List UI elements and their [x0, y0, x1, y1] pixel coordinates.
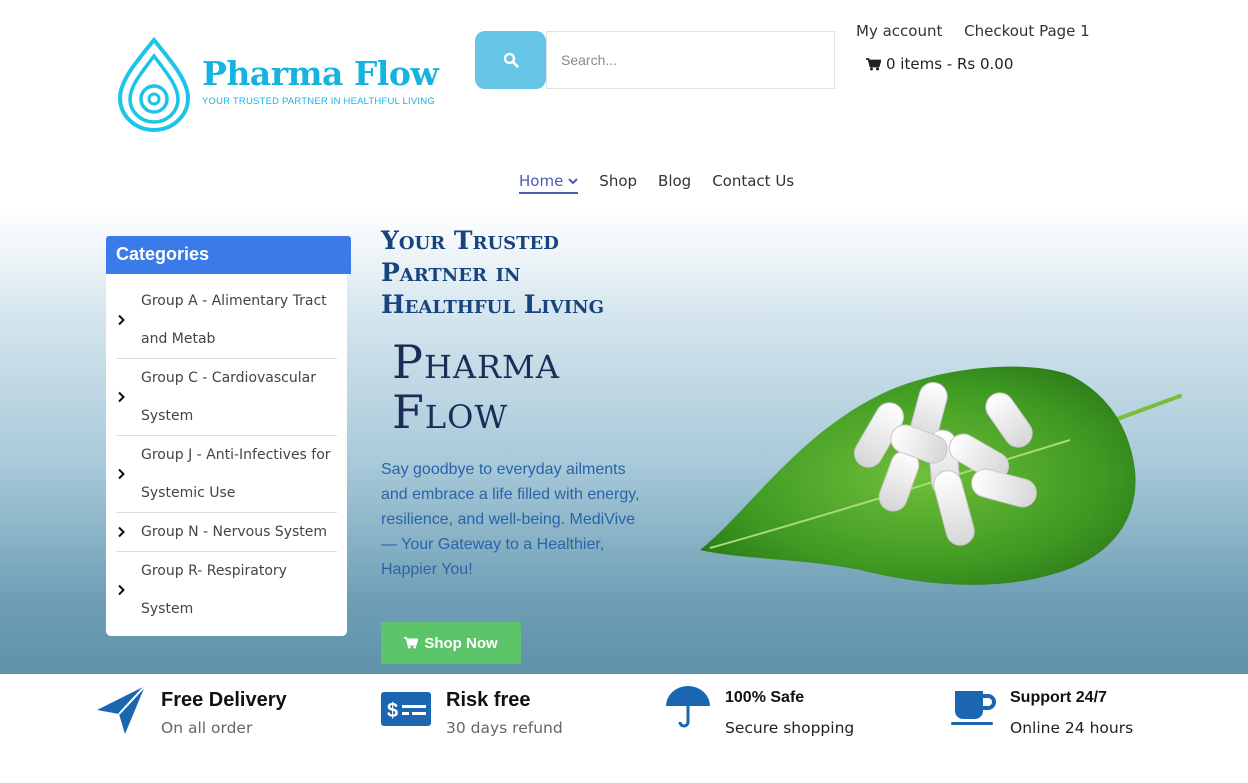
category-label: Group N - Nervous System	[141, 524, 328, 540]
shop-now-button[interactable]: Shop Now	[381, 622, 521, 664]
search-button[interactable]	[475, 31, 546, 89]
nav-blog[interactable]: Blog	[658, 172, 691, 194]
feature-subtitle: Secure shopping	[725, 719, 855, 737]
nav-home-label: Home	[519, 172, 564, 190]
hero-description: Say goodbye to everyday ailments and emb…	[381, 461, 640, 578]
category-label: Group R- Respiratory System	[141, 563, 287, 617]
main-nav: Home Shop Blog Contact Us	[519, 172, 794, 194]
my-account-link[interactable]: My account	[856, 22, 942, 40]
feature-support: Support 24/7 Online 24 hours	[950, 684, 1200, 744]
category-item[interactable]: Group C - Cardiovascular System	[116, 359, 337, 436]
nav-contact[interactable]: Contact Us	[712, 172, 794, 194]
category-item[interactable]: Group A - Alimentary Tract and Metab	[116, 282, 337, 359]
chevron-down-icon	[568, 177, 579, 184]
cart-icon	[866, 57, 881, 70]
cart-text: 0 items - Rs 0.00	[886, 55, 1014, 73]
hero-brand-name: Pharma Flow	[392, 335, 560, 439]
chevron-right-icon	[118, 314, 125, 326]
feature-title: Free Delivery	[161, 689, 287, 711]
category-item[interactable]: Group J - Anti-Infectives for Systemic U…	[116, 436, 337, 513]
hero-title: Your Trusted Partner in Healthful Living	[381, 226, 604, 319]
categories-list: Group A - Alimentary Tract and Metab Gro…	[106, 274, 347, 636]
feature-subtitle: 30 days refund	[446, 719, 563, 737]
category-item[interactable]: Group R- Respiratory System	[116, 552, 337, 628]
site-logo[interactable]: Pharma Flow YOUR TRUSTED PARTNER IN HEAL…	[114, 36, 439, 132]
category-item[interactable]: Group N - Nervous System	[116, 513, 337, 552]
droplet-logo-icon	[117, 36, 191, 132]
nav-shop[interactable]: Shop	[599, 172, 637, 194]
chevron-right-icon	[118, 526, 125, 538]
chevron-right-icon	[118, 391, 125, 403]
feature-subtitle: On all order	[161, 719, 253, 737]
category-label: Group J - Anti-Infectives for Systemic U…	[141, 447, 331, 501]
category-label: Group A - Alimentary Tract and Metab	[141, 293, 327, 347]
cart-summary[interactable]: 0 items - Rs 0.00	[866, 55, 1013, 73]
categories-heading: Categories	[106, 236, 351, 274]
chevron-right-icon	[118, 468, 125, 480]
feature-safe: 100% Safe Secure shopping	[665, 684, 915, 744]
site-header: Pharma Flow YOUR TRUSTED PARTNER IN HEAL…	[0, 0, 1248, 194]
feature-risk-free: $ Risk free 30 days refund	[380, 684, 630, 744]
search-input[interactable]	[546, 31, 835, 89]
search-icon	[503, 52, 519, 68]
shop-now-label: Shop Now	[424, 634, 498, 652]
feature-subtitle: Online 24 hours	[1010, 719, 1134, 737]
umbrella-icon	[666, 686, 710, 728]
feature-free-delivery: Free Delivery On all order	[95, 684, 345, 744]
feature-title: Support 24/7	[1010, 689, 1107, 706]
logo-tagline: YOUR TRUSTED PARTNER IN HEALTHFUL LIVING	[202, 96, 435, 107]
svg-text:$: $	[387, 700, 398, 722]
checkout-link[interactable]: Checkout Page 1	[964, 22, 1090, 40]
chevron-right-icon	[118, 584, 125, 596]
feature-title: 100% Safe	[725, 689, 805, 706]
account-links: My account Checkout Page 1	[856, 22, 1107, 40]
feature-title: Risk free	[446, 689, 531, 711]
paper-plane-icon	[97, 685, 146, 734]
nav-home[interactable]: Home	[519, 172, 579, 194]
leaf-pills-image	[700, 366, 1182, 585]
category-label: Group C - Cardiovascular System	[141, 370, 316, 424]
logo-name: Pharma Flow	[202, 54, 439, 93]
coffee-cup-icon	[951, 691, 996, 725]
cart-icon	[404, 637, 419, 649]
dollar-card-icon: $	[381, 692, 431, 726]
